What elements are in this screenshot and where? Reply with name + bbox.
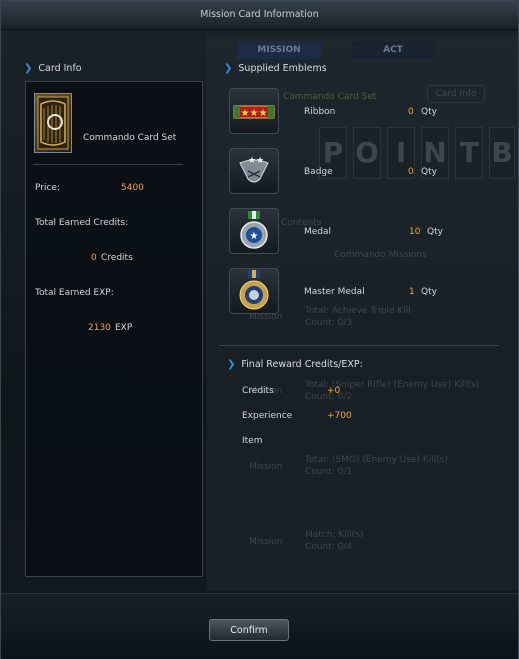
reward-experience-value: +700 bbox=[327, 411, 352, 421]
emblem-name: Master Medal bbox=[304, 287, 365, 297]
bg-card-info-button: Card Info bbox=[427, 85, 485, 103]
divider bbox=[219, 345, 499, 346]
bg-tab-act: ACT bbox=[351, 41, 435, 59]
bg-mission-title: Total: Achieve Triple Kill bbox=[305, 306, 411, 316]
emblem-name: Badge bbox=[304, 167, 333, 177]
mission-card-window: Mission Card Information MISSION ACT Com… bbox=[0, 0, 519, 659]
emblem-qty: 10 bbox=[409, 227, 421, 237]
ribbon-icon: ★★★ bbox=[229, 88, 279, 134]
bg-letter-b: B bbox=[489, 127, 515, 179]
emblem-qty-unit: Qty bbox=[427, 227, 443, 237]
price-label: Price: bbox=[35, 183, 60, 193]
bg-letter-o: O bbox=[353, 127, 381, 179]
price-value: 5400 bbox=[121, 183, 144, 193]
badge-icon: ★ ★ bbox=[229, 148, 279, 194]
divider bbox=[33, 164, 183, 165]
master-medal-icon bbox=[229, 268, 279, 314]
total-exp-unit: EXP bbox=[115, 323, 133, 333]
confirm-button[interactable]: Confirm bbox=[209, 619, 289, 641]
bg-card-set-label: Commando Card Set bbox=[283, 92, 377, 102]
reward-credits-value: +0 bbox=[327, 386, 341, 396]
svg-text:★: ★ bbox=[248, 156, 256, 166]
emblem-qty-unit: Qty bbox=[421, 167, 437, 177]
supplied-emblems-heading-label: Supplied Emblems bbox=[238, 63, 327, 74]
emblem-qty-unit: Qty bbox=[421, 107, 437, 117]
total-credits-unit: Credits bbox=[101, 253, 133, 263]
card-info-panel bbox=[25, 81, 203, 577]
emblem-qty: 0 bbox=[408, 167, 414, 177]
emblem-name: Medal bbox=[304, 227, 332, 237]
bg-mission-title: Match: Kill(s) bbox=[305, 530, 364, 540]
total-exp-label: Total Earned EXP: bbox=[35, 288, 114, 298]
bg-mission-label: Mission bbox=[249, 462, 283, 472]
card-art-icon bbox=[37, 96, 69, 150]
card-info-heading: ❯ Card Info bbox=[24, 63, 82, 74]
supplied-emblems-heading: ❯ Supplied Emblems bbox=[224, 63, 327, 74]
reward-experience-label: Experience bbox=[242, 411, 293, 421]
window-title: Mission Card Information bbox=[1, 1, 518, 30]
reward-credits-label: Credits bbox=[242, 386, 274, 396]
chevron-right-icon: ❯ bbox=[224, 63, 233, 74]
bg-tab-mission: MISSION bbox=[237, 41, 321, 59]
medal-icon: ★ bbox=[229, 208, 279, 254]
bg-commando-missions: Commando Missions bbox=[334, 250, 427, 260]
final-reward-heading: ❯ Final Reward Credits/EXP: bbox=[227, 359, 363, 370]
bg-letter-t: T bbox=[455, 127, 483, 179]
svg-text:★: ★ bbox=[250, 231, 259, 242]
card-info-heading-label: Card Info bbox=[38, 63, 82, 74]
final-reward-heading-label: Final Reward Credits/EXP: bbox=[241, 359, 363, 370]
total-exp-value: 2130 bbox=[88, 323, 111, 333]
emblem-qty: 1 bbox=[409, 287, 415, 297]
emblem-qty-unit: Qty bbox=[421, 287, 437, 297]
bg-mission-count: Count: 0/3 bbox=[305, 318, 353, 328]
bg-mission-count: Count: 0/4 bbox=[305, 542, 353, 552]
reward-item-label: Item bbox=[242, 436, 263, 446]
emblem-name: Ribbon bbox=[304, 107, 336, 117]
card-name: Commando Card Set bbox=[83, 133, 177, 143]
bg-mission-label: Mission bbox=[249, 537, 283, 547]
commando-card-icon bbox=[34, 93, 72, 153]
total-credits-label: Total Earned Credits: bbox=[35, 218, 129, 228]
total-credits-value: 0 bbox=[91, 253, 97, 263]
emblem-qty: 0 bbox=[408, 107, 414, 117]
chevron-right-icon: ❯ bbox=[24, 63, 33, 74]
svg-text:★★★: ★★★ bbox=[241, 108, 268, 119]
bg-mission-count: Count: 0/1 bbox=[305, 467, 353, 477]
svg-text:★: ★ bbox=[256, 156, 264, 166]
chevron-right-icon: ❯ bbox=[227, 359, 236, 370]
bg-mission-title: Total: (SMG) (Enemy Use) Kill(s) bbox=[305, 455, 448, 465]
